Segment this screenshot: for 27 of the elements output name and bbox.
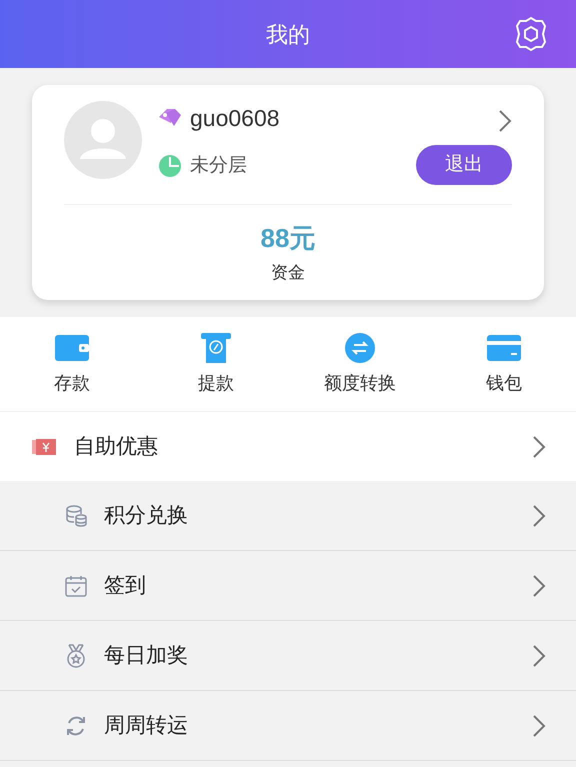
chevron-right-icon [532, 434, 546, 458]
wallet-icon [55, 334, 89, 360]
tag-icon [158, 108, 182, 128]
logout-button[interactable]: 退出 [416, 145, 512, 185]
username: guo0608 [190, 104, 280, 133]
calendar-check-icon [65, 574, 87, 596]
promo-row[interactable]: 自助优惠 [0, 412, 576, 481]
action-button[interactable]: 提款 [144, 317, 288, 411]
exchange-icon [345, 332, 375, 362]
card-icon [487, 334, 521, 360]
medal-icon [65, 644, 87, 668]
chevron-right-icon [532, 644, 546, 668]
coins-icon [65, 504, 87, 526]
action-button[interactable]: 钱包 [432, 317, 576, 411]
chevron-right-icon [498, 109, 512, 133]
page-title: 我的 [266, 20, 310, 48]
chevron-right-icon [532, 504, 546, 528]
action-button[interactable]: 额度转换 [288, 317, 432, 411]
refresh-icon [65, 714, 87, 736]
chevron-right-icon [532, 574, 546, 598]
chevron-right-icon [532, 714, 546, 738]
balance-amount: 88元 [260, 222, 316, 255]
coupon-icon [32, 438, 56, 454]
balance-label: 资金 [271, 262, 305, 284]
atm-cash-icon [201, 332, 231, 362]
action-button[interactable]: 存款 [0, 317, 144, 411]
member-level-label: 未分层 [190, 154, 247, 178]
